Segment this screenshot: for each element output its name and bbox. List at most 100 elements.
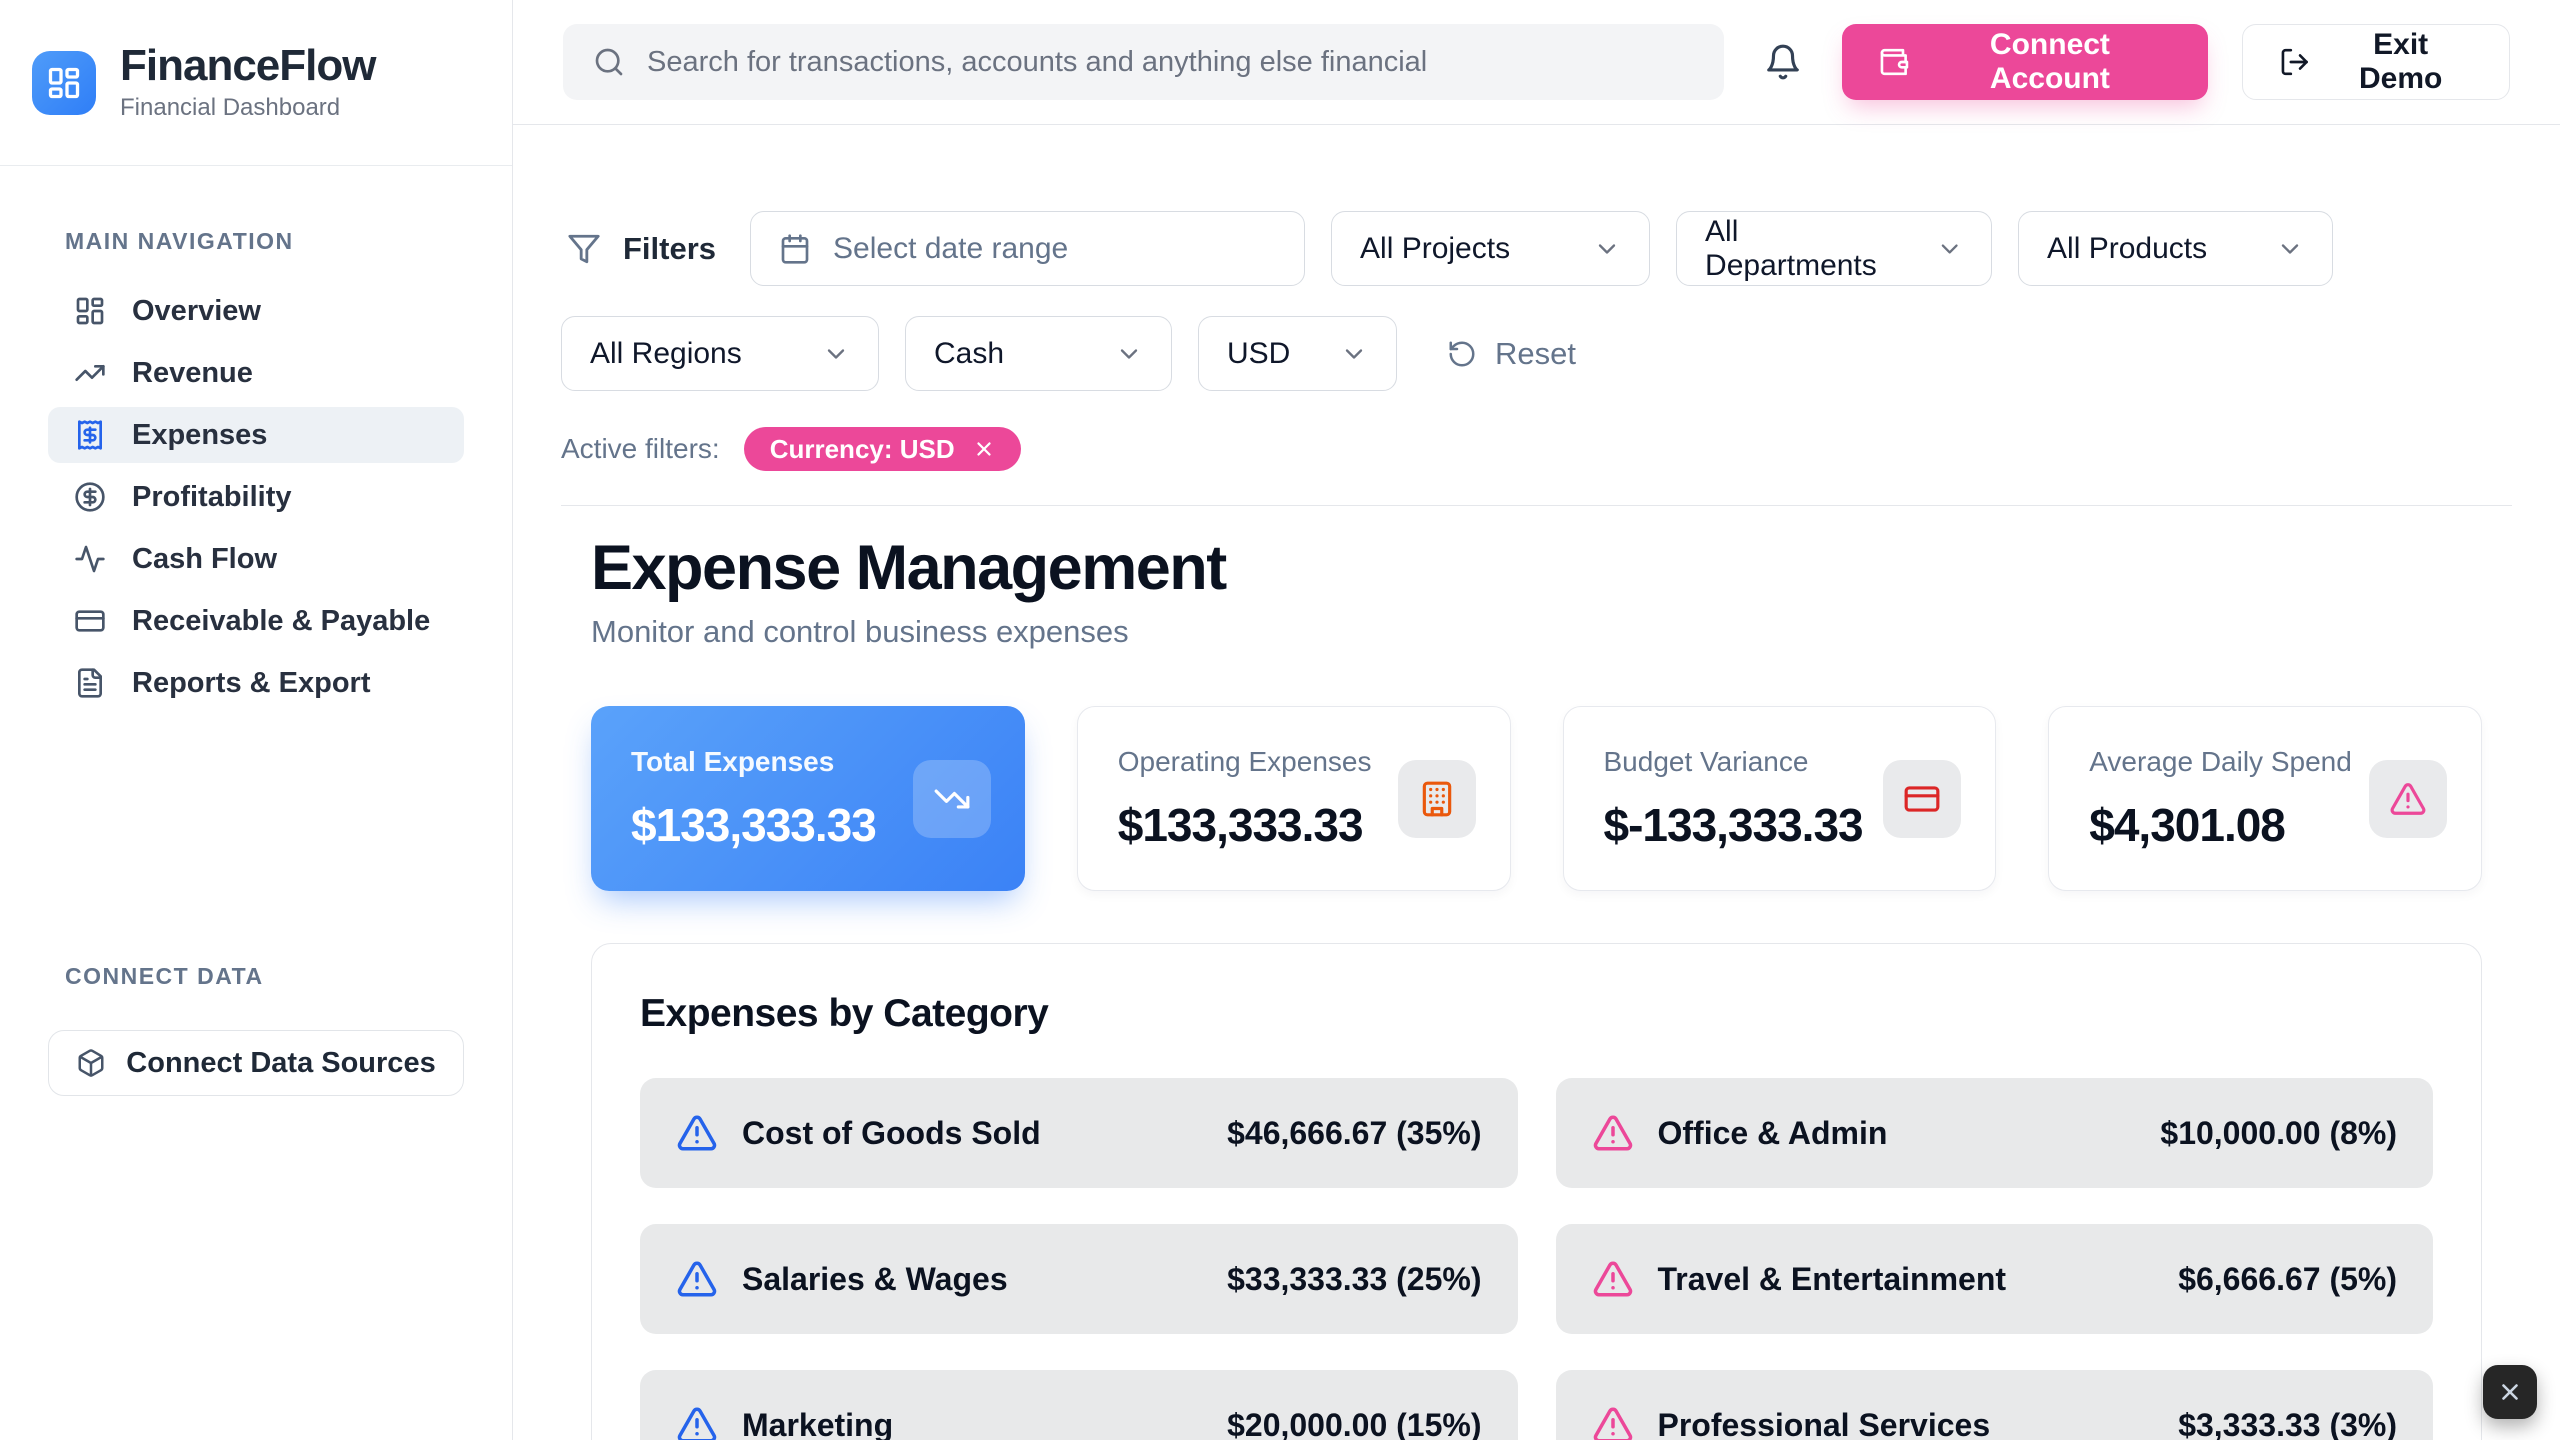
rotate-ccw-icon [1447,339,1477,369]
category-name: Salaries & Wages [742,1261,1008,1298]
expenses-by-category-card: Expenses by Category Cost of Goods Sold … [591,943,2482,1440]
regions-filter-value: All Regions [590,337,742,371]
brand-subtitle: Financial Dashboard [120,94,375,122]
date-range-placeholder: Select date range [833,232,1068,266]
package-icon [76,1048,106,1078]
brand-name: FinanceFlow [120,43,375,89]
chevron-down-icon [1340,340,1368,368]
category-name: Office & Admin [1658,1115,1888,1152]
widget-close-button[interactable] [2483,1365,2537,1419]
sidebar-item-label: Overview [132,295,261,328]
chevron-down-icon [1115,340,1143,368]
projects-filter-value: All Projects [1360,232,1510,266]
reset-filters-label: Reset [1495,336,1576,372]
receipt-icon [74,419,106,451]
filters-panel: Filters Select date range All Projects A… [561,211,2512,471]
products-filter-select[interactable]: All Products [2018,211,2333,286]
connect-data-section-label: CONNECT DATA [65,963,512,990]
category-name: Travel & Entertainment [1658,1261,2007,1298]
stat-card-average-daily-spend: Average Daily Spend $4,301.08 [2048,706,2482,891]
active-filter-chip-label: Currency: USD [770,434,955,465]
page-title: Expense Management [591,532,2482,604]
sidebar-item-label: Reports & Export [132,667,370,700]
reset-filters-button[interactable]: Reset [1447,336,1576,372]
active-filters-label: Active filters: [561,433,720,465]
trending-down-icon [913,760,991,838]
category-name: Marketing [742,1407,893,1440]
section-divider [561,505,2512,506]
stat-card-total-expenses: Total Expenses $133,333.33 [591,706,1025,891]
stat-card-operating-expenses: Operating Expenses $133,333.33 [1077,706,1511,891]
sidebar-item-overview[interactable]: Overview [48,283,464,339]
sidebar-item-expenses[interactable]: Expenses [48,407,464,463]
main-column: Connect Account Exit Demo Filters Select… [513,0,2560,1440]
sidebar-item-receivable-payable[interactable]: Receivable & Payable [48,593,464,649]
search-input[interactable] [647,46,1694,79]
app-root: FinanceFlow Financial Dashboard MAIN NAV… [0,0,2560,1440]
circle-dollar-icon [74,481,106,513]
category-row-salaries-wages: Salaries & Wages $33,333.33 (25%) [640,1224,1518,1334]
sidebar-item-label: Receivable & Payable [132,605,430,638]
global-search [563,24,1724,100]
credit-card-icon [1883,760,1961,838]
activity-icon [74,543,106,575]
notifications-button[interactable] [1758,37,1808,87]
sidebar-item-cash-flow[interactable]: Cash Flow [48,531,464,587]
alert-triangle-icon [1592,1112,1634,1154]
regions-filter-select[interactable]: All Regions [561,316,879,391]
sidebar-item-profitability[interactable]: Profitability [48,469,464,525]
brand: FinanceFlow Financial Dashboard [0,0,512,166]
chip-close-icon[interactable] [973,438,995,460]
chevron-down-icon [1593,235,1621,263]
category-amount: $10,000.00 (8%) [2160,1115,2397,1152]
close-icon [2497,1379,2523,1405]
payment-method-filter-value: Cash [934,337,1004,371]
currency-filter-select[interactable]: USD [1198,316,1397,391]
funnel-icon [567,232,601,266]
active-filter-chip[interactable]: Currency: USD [744,427,1021,471]
category-amount: $20,000.00 (15%) [1227,1407,1481,1440]
layout-dashboard-icon [74,295,106,327]
stat-card-budget-variance: Budget Variance $-133,333.33 [1563,706,1997,891]
app-logo-icon [32,51,96,115]
nav-section-label: MAIN NAVIGATION [65,228,512,255]
sidebar-item-reports-export[interactable]: Reports & Export [48,655,464,711]
category-row-cost-of-goods-sold: Cost of Goods Sold $46,666.67 (35%) [640,1078,1518,1188]
payment-method-filter-select[interactable]: Cash [905,316,1172,391]
alert-triangle-icon [676,1258,718,1300]
alert-triangle-icon [1592,1258,1634,1300]
alert-triangle-icon [676,1404,718,1440]
products-filter-value: All Products [2047,232,2207,266]
category-row-marketing: Marketing $20,000.00 (15%) [640,1370,1518,1440]
departments-filter-value: All Departments [1705,215,1914,283]
stat-cards: Total Expenses $133,333.33 Operating Exp… [591,706,2482,891]
departments-filter-select[interactable]: All Departments [1676,211,1992,286]
projects-filter-select[interactable]: All Projects [1331,211,1650,286]
category-amount: $3,333.33 (3%) [2178,1407,2397,1440]
alert-triangle-icon [1592,1404,1634,1440]
log-out-icon [2279,46,2311,78]
category-name: Professional Services [1658,1407,1991,1440]
sidebar-item-label: Profitability [132,481,292,514]
category-grid: Cost of Goods Sold $46,666.67 (35%) Offi… [640,1078,2433,1440]
alert-triangle-icon [676,1112,718,1154]
bell-icon [1764,43,1802,81]
chevron-down-icon [2276,235,2304,263]
calendar-icon [779,233,811,265]
category-row-office-admin: Office & Admin $10,000.00 (8%) [1556,1078,2434,1188]
wallet-icon [1878,46,1910,78]
chevron-down-icon [1936,235,1963,263]
main-navigation: Overview Revenue Expenses Profitability … [0,283,512,711]
date-range-input[interactable]: Select date range [750,211,1305,286]
exit-demo-button[interactable]: Exit Demo [2242,24,2510,100]
top-bar: Connect Account Exit Demo [513,0,2560,125]
sidebar-item-label: Cash Flow [132,543,277,576]
page-subtitle: Monitor and control business expenses [591,614,2482,650]
category-row-professional-services: Professional Services $3,333.33 (3%) [1556,1370,2434,1440]
connect-account-button[interactable]: Connect Account [1842,24,2207,100]
connect-data-sources-button[interactable]: Connect Data Sources [48,1030,464,1096]
filters-label: Filters [623,231,716,267]
building-icon [1398,760,1476,838]
sidebar-item-revenue[interactable]: Revenue [48,345,464,401]
exit-demo-label: Exit Demo [2328,28,2473,96]
